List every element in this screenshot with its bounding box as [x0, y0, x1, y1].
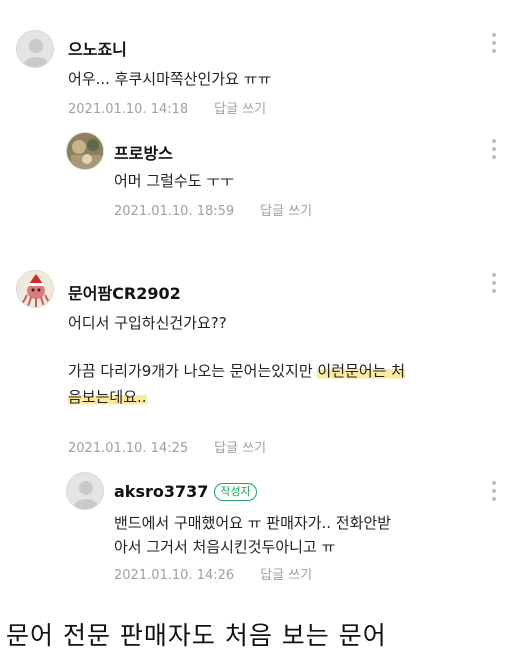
comment-text-line: 가끔 다리가9개가 나오는 문어는있지만 이런문어는 처	[68, 360, 405, 381]
comment-meta: 2021.01.10. 14:25 답글 쓰기	[68, 437, 266, 456]
default-avatar-icon	[73, 481, 99, 509]
more-vertical-icon[interactable]	[492, 33, 496, 53]
reply-button[interactable]: 답글 쓰기	[214, 441, 266, 456]
comment-meta: 2021.01.10. 18:59 답글 쓰기	[114, 200, 312, 219]
comment-date: 2021.01.10. 14:18	[68, 102, 189, 117]
comment-author[interactable]: aksro3737 작성자	[114, 482, 257, 501]
highlighted-text: 음보는데요..	[68, 388, 147, 406]
comment-text-line: 음보는데요..	[68, 386, 147, 407]
more-vertical-icon[interactable]	[492, 273, 496, 293]
comment-text-line: 아서 그거서 처음시킨것두아니고 ㅠ	[114, 538, 336, 556]
comment-date: 2021.01.10. 18:59	[114, 204, 235, 219]
more-vertical-icon[interactable]	[492, 139, 496, 159]
comment-date: 2021.01.10. 14:26	[114, 568, 235, 583]
reply-button[interactable]: 답글 쓰기	[260, 568, 312, 583]
comment-author[interactable]: 으노죠니	[68, 36, 127, 60]
comment-meta: 2021.01.10. 14:18 답글 쓰기	[68, 98, 266, 117]
avatar[interactable]	[16, 30, 54, 68]
more-vertical-icon[interactable]	[492, 481, 496, 501]
profile-photo-icon	[67, 133, 103, 169]
comment-text-segment: 가끔 다리가9개가 나오는 문어는있지만	[68, 362, 318, 380]
author-badge: 작성자	[214, 483, 257, 501]
reply-button[interactable]: 답글 쓰기	[214, 102, 266, 117]
avatar[interactable]	[16, 270, 54, 308]
comment-author[interactable]: 문어팜CR2902	[68, 280, 181, 304]
comment-text: 어우... 후쿠시마쪽산인가요 ㅠㅠ	[68, 70, 272, 88]
caption-text: 문어 전문 판매자도 처음 보는 문어	[6, 621, 387, 650]
comment-text-line: 어디서 구입하신건가요??	[68, 314, 227, 332]
author-name: aksro3737	[114, 482, 209, 501]
comment-text: 어머 그럴수도 ㅜㅜ	[114, 172, 234, 190]
octopus-avatar-icon	[17, 271, 53, 307]
comment-date: 2021.01.10. 14:25	[68, 441, 189, 456]
avatar[interactable]	[66, 132, 104, 170]
avatar[interactable]	[66, 472, 104, 510]
comment-text-line: 밴드에서 구매했어요 ㅠ 판매자가.. 전화안받	[114, 514, 392, 532]
default-avatar-icon	[23, 39, 49, 67]
highlighted-text: 이런문어는 처	[317, 362, 405, 380]
comment-meta: 2021.01.10. 14:26 답글 쓰기	[114, 564, 312, 583]
reply-button[interactable]: 답글 쓰기	[260, 204, 312, 219]
comment-author[interactable]: 프로방스	[114, 140, 173, 164]
